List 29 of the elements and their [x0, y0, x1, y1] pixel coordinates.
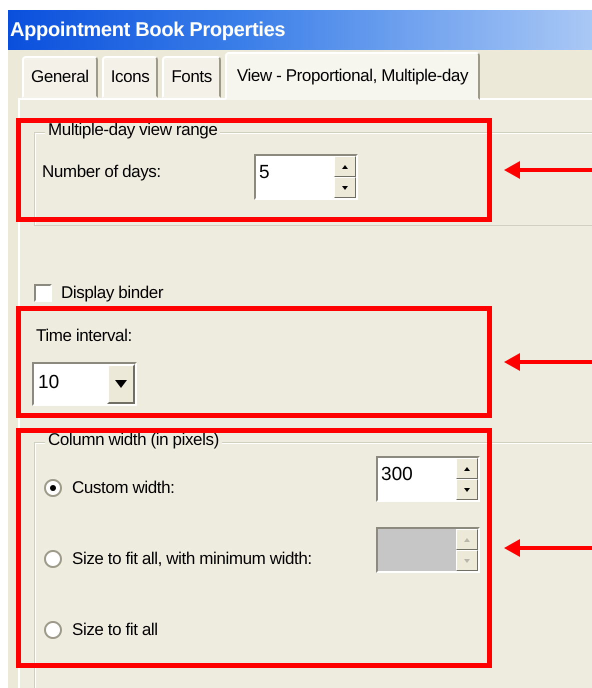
arrow-up-icon	[463, 466, 471, 472]
checkbox-label: Display binder	[61, 283, 164, 303]
tab[interactable]: General	[22, 56, 98, 98]
window-title: Appointment Book Properties	[8, 10, 592, 50]
arrow-down-icon	[463, 558, 471, 564]
arrow-up-icon	[341, 164, 349, 170]
spin-field[interactable]: 5	[254, 154, 358, 200]
checkbox[interactable]	[34, 284, 52, 302]
dropdown[interactable]: 10	[32, 362, 137, 406]
radio-button[interactable]	[44, 479, 62, 497]
tab[interactable]: Icons	[102, 56, 158, 98]
radio-button[interactable]	[44, 621, 62, 639]
arrow-down-icon	[463, 486, 471, 492]
radio-button[interactable]	[44, 550, 62, 568]
field-label: Time interval:	[36, 326, 132, 346]
tab[interactable]: View - Proportional, Multiple-day	[224, 52, 480, 100]
spin-down-button[interactable]	[334, 177, 356, 198]
tab[interactable]: Fonts	[162, 56, 221, 98]
spin-up-button[interactable]	[334, 156, 356, 177]
dropdown-arrow-icon	[115, 380, 127, 388]
arrow-up-icon	[463, 536, 471, 542]
spin-field[interactable]: 300	[376, 456, 480, 502]
spin-down-button[interactable]	[456, 479, 478, 500]
radio-label: Size to fit all, with minimum width:	[72, 549, 312, 569]
radio-label: Custom width:	[72, 478, 175, 498]
radio-label: Size to fit all	[72, 620, 158, 640]
field-label: Number of days:	[42, 162, 161, 182]
spin-up-button[interactable]	[456, 458, 478, 479]
arrow-down-icon	[341, 184, 349, 190]
